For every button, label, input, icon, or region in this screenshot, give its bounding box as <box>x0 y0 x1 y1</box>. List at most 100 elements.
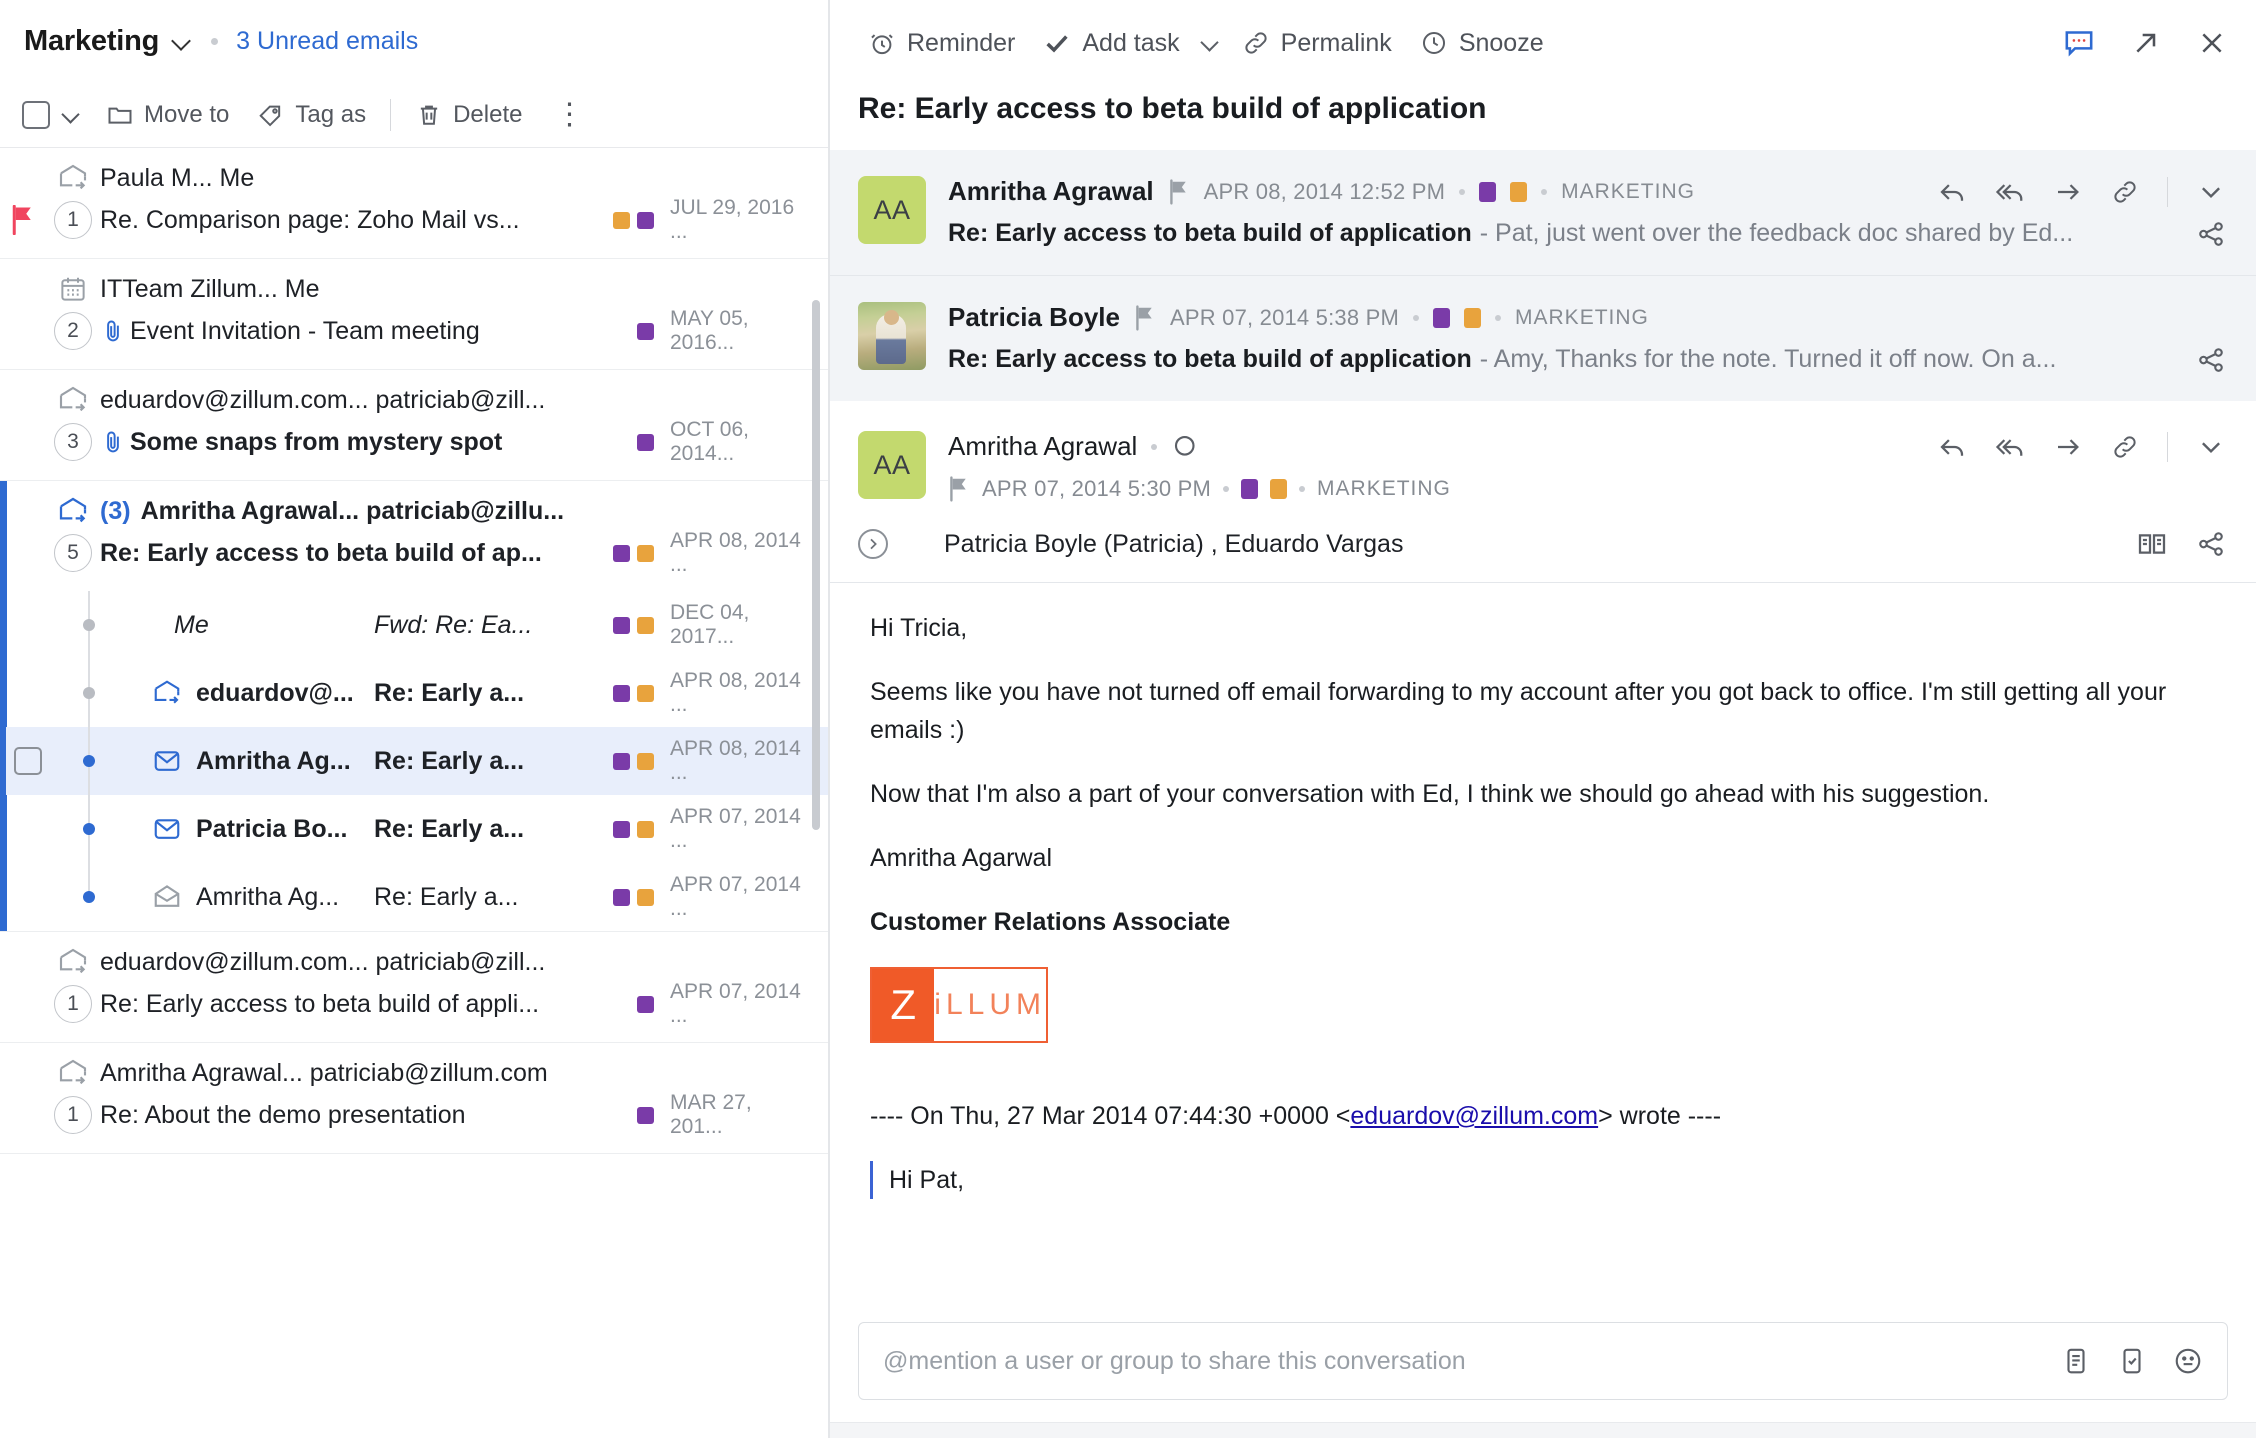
flag-icon[interactable] <box>0 205 46 235</box>
table-row[interactable]: 1 Re: Early access to beta build of appl… <box>0 980 828 1042</box>
note-icon[interactable] <box>2061 1346 2091 1376</box>
expand-recipients-icon[interactable] <box>858 529 888 559</box>
table-row[interactable]: ITTeam Zillum... Me <box>0 259 828 307</box>
collapse-chevron-down-icon[interactable] <box>2196 432 2226 462</box>
table-row[interactable]: 1 Re: About the demo presentation MAR 27… <box>0 1091 828 1153</box>
reply-all-icon[interactable] <box>1995 432 2025 462</box>
logo-wordmark: iLLUM <box>934 969 1046 1041</box>
quote-email-link[interactable]: eduardov@zillum.com <box>1350 1102 1598 1130</box>
conversation-pane: Reminder Add task Permalink Snooze Re: E… <box>830 0 2256 1438</box>
message-snippet: - Pat, just went over the feedback doc s… <box>1479 219 2074 247</box>
list-item[interactable]: Patricia Bo... Re: Early a... APR 07, 20… <box>0 795 828 863</box>
flag-icon[interactable] <box>1134 304 1156 331</box>
actions-divider <box>2167 431 2168 462</box>
thread-senders: ITTeam Zillum... Me <box>100 274 320 303</box>
thread-list: Paula M... Me 1 Re. Comparison page: Zoh… <box>0 148 828 1438</box>
reply-icon[interactable] <box>1937 432 1967 462</box>
envelope-forward-icon <box>46 384 100 416</box>
close-icon[interactable] <box>2196 27 2228 59</box>
thread-group[interactable]: eduardov@zillum.com... patriciab@zill...… <box>0 932 828 1043</box>
open-external-arrow-icon[interactable] <box>2130 27 2162 59</box>
link-icon[interactable] <box>2111 178 2139 206</box>
link-icon[interactable] <box>2111 433 2139 461</box>
link-icon <box>1242 29 1270 57</box>
thread-group[interactable]: eduardov@zillum.com... patriciab@zill...… <box>0 370 828 481</box>
forward-arrow-icon[interactable] <box>2053 432 2083 462</box>
separator-dot <box>1459 188 1466 195</box>
tag-swatch <box>637 995 654 1013</box>
mention-actions <box>2061 1346 2203 1376</box>
mention-input[interactable] <box>883 1346 2061 1376</box>
list-item-selected[interactable]: Amritha Ag... Re: Early a... APR 08, 201… <box>0 727 828 795</box>
thread-group-active[interactable]: (3) Amritha Agrawal... patriciab@zillu..… <box>0 481 828 932</box>
table-row[interactable]: eduardov@zillum.com... patriciab@zill... <box>0 932 828 980</box>
list-item[interactable]: eduardov@... Re: Early a... APR 08, 2014… <box>0 659 828 727</box>
permalink-button[interactable]: Permalink <box>1228 17 1406 69</box>
body-paragraph-1: Seems like you have not turned off email… <box>870 678 2167 744</box>
table-row[interactable]: 1 Re. Comparison page: Zoho Mail vs... J… <box>0 196 828 258</box>
list-scrollbar[interactable] <box>812 300 820 830</box>
envelope-closed-blue-icon <box>152 814 196 844</box>
actions-divider <box>2167 176 2168 207</box>
message-count-badge: 1 <box>46 201 100 239</box>
add-task-button[interactable]: Add task <box>1029 17 1193 69</box>
emoji-icon[interactable] <box>2173 1346 2203 1376</box>
reading-mode-icon[interactable] <box>2136 528 2168 560</box>
mention-box[interactable] <box>858 1322 2228 1400</box>
subthread-tags <box>613 888 654 906</box>
subthread-subject: Re: Early a... <box>374 746 525 775</box>
select-all-checkbox[interactable] <box>22 100 50 129</box>
table-row[interactable]: (3) Amritha Agrawal... patriciab@zillu..… <box>0 481 828 529</box>
more-options-button[interactable]: ⋮ <box>536 99 602 130</box>
reminder-button[interactable]: Reminder <box>854 17 1029 69</box>
table-row[interactable]: Amritha Agrawal... patriciab@zillum.com <box>0 1043 828 1091</box>
body-paragraph-2: Now that I'm also a part of your convers… <box>870 780 1990 808</box>
message-extra-actions <box>2136 528 2226 560</box>
collapsed-message-row[interactable]: AA Amritha Agrawal APR 08, 2014 12:52 PM <box>830 150 2256 276</box>
table-row[interactable]: 3 Some snaps from mystery spot OCT 06, 2… <box>0 418 828 480</box>
delete-button[interactable]: Delete <box>401 91 536 139</box>
body-greeting: Hi Tricia, <box>870 614 968 642</box>
mail-app: Marketing 3 Unread emails Move to Tag as… <box>0 0 2256 1438</box>
share-icon[interactable] <box>2196 345 2226 375</box>
flag-icon[interactable] <box>1168 178 1190 205</box>
flag-icon[interactable] <box>948 476 970 502</box>
forward-arrow-icon[interactable] <box>2053 177 2083 207</box>
thread-node-dot-active <box>83 823 95 835</box>
conversation-subject: Re: Early access to beta build of applic… <box>858 92 1487 125</box>
comment-icon[interactable] <box>2062 26 2096 60</box>
reply-all-icon[interactable] <box>1995 177 2025 207</box>
row-checkbox[interactable] <box>0 747 56 775</box>
share-icon[interactable] <box>2196 529 2226 559</box>
select-options-chevron-down-icon[interactable] <box>62 105 82 125</box>
share-icon[interactable] <box>2196 219 2226 249</box>
folder-dropdown-chevron-down-icon[interactable] <box>171 30 193 52</box>
search-icon[interactable] <box>1171 432 1201 462</box>
thread-group[interactable]: Paula M... Me 1 Re. Comparison page: Zoh… <box>0 148 828 259</box>
reply-icon[interactable] <box>1937 177 1967 207</box>
message-sender: Patricia Boyle <box>948 302 1120 332</box>
table-row[interactable]: Paula M... Me <box>0 148 828 196</box>
message-timestamp: APR 07, 2014 5:30 PM <box>982 476 1212 501</box>
signature-title: Customer Relations Associate <box>870 908 1231 936</box>
tag-as-button[interactable]: Tag as <box>243 91 380 139</box>
expand-chevron-down-icon[interactable] <box>2196 177 2226 207</box>
reminder-label: Reminder <box>907 28 1016 57</box>
table-row[interactable]: 2 Event Invitation - Team meeting MAY 05… <box>0 307 828 369</box>
thread-group[interactable]: Amritha Agrawal... patriciab@zillum.com … <box>0 1043 828 1154</box>
list-item[interactable]: Me Fwd: Re: Ea... DEC 04, 2017... <box>0 591 828 659</box>
table-row[interactable]: 5 Re: Early access to beta build of ap..… <box>0 529 828 591</box>
unread-count-link[interactable]: 3 Unread emails <box>236 27 418 56</box>
calendar-icon <box>46 274 100 304</box>
snooze-button[interactable]: Snooze <box>1406 17 1558 69</box>
tag-swatch <box>1241 479 1259 499</box>
envelope-forward-blue-icon <box>152 678 196 708</box>
thread-group[interactable]: ITTeam Zillum... Me 2 Event Invitation -… <box>0 259 828 370</box>
collapsed-message-row[interactable]: Patricia Boyle APR 07, 2014 5:38 PM MARK… <box>830 276 2256 401</box>
subthread-date: APR 08, 2014 ... <box>670 669 801 716</box>
task-icon[interactable] <box>2117 1346 2147 1376</box>
list-item[interactable]: Amritha Ag... Re: Early a... APR 07, 201… <box>0 863 828 931</box>
add-task-chevron-down-icon[interactable] <box>1202 34 1220 52</box>
move-to-button[interactable]: Move to <box>92 91 243 139</box>
table-row[interactable]: eduardov@zillum.com... patriciab@zill... <box>0 370 828 418</box>
